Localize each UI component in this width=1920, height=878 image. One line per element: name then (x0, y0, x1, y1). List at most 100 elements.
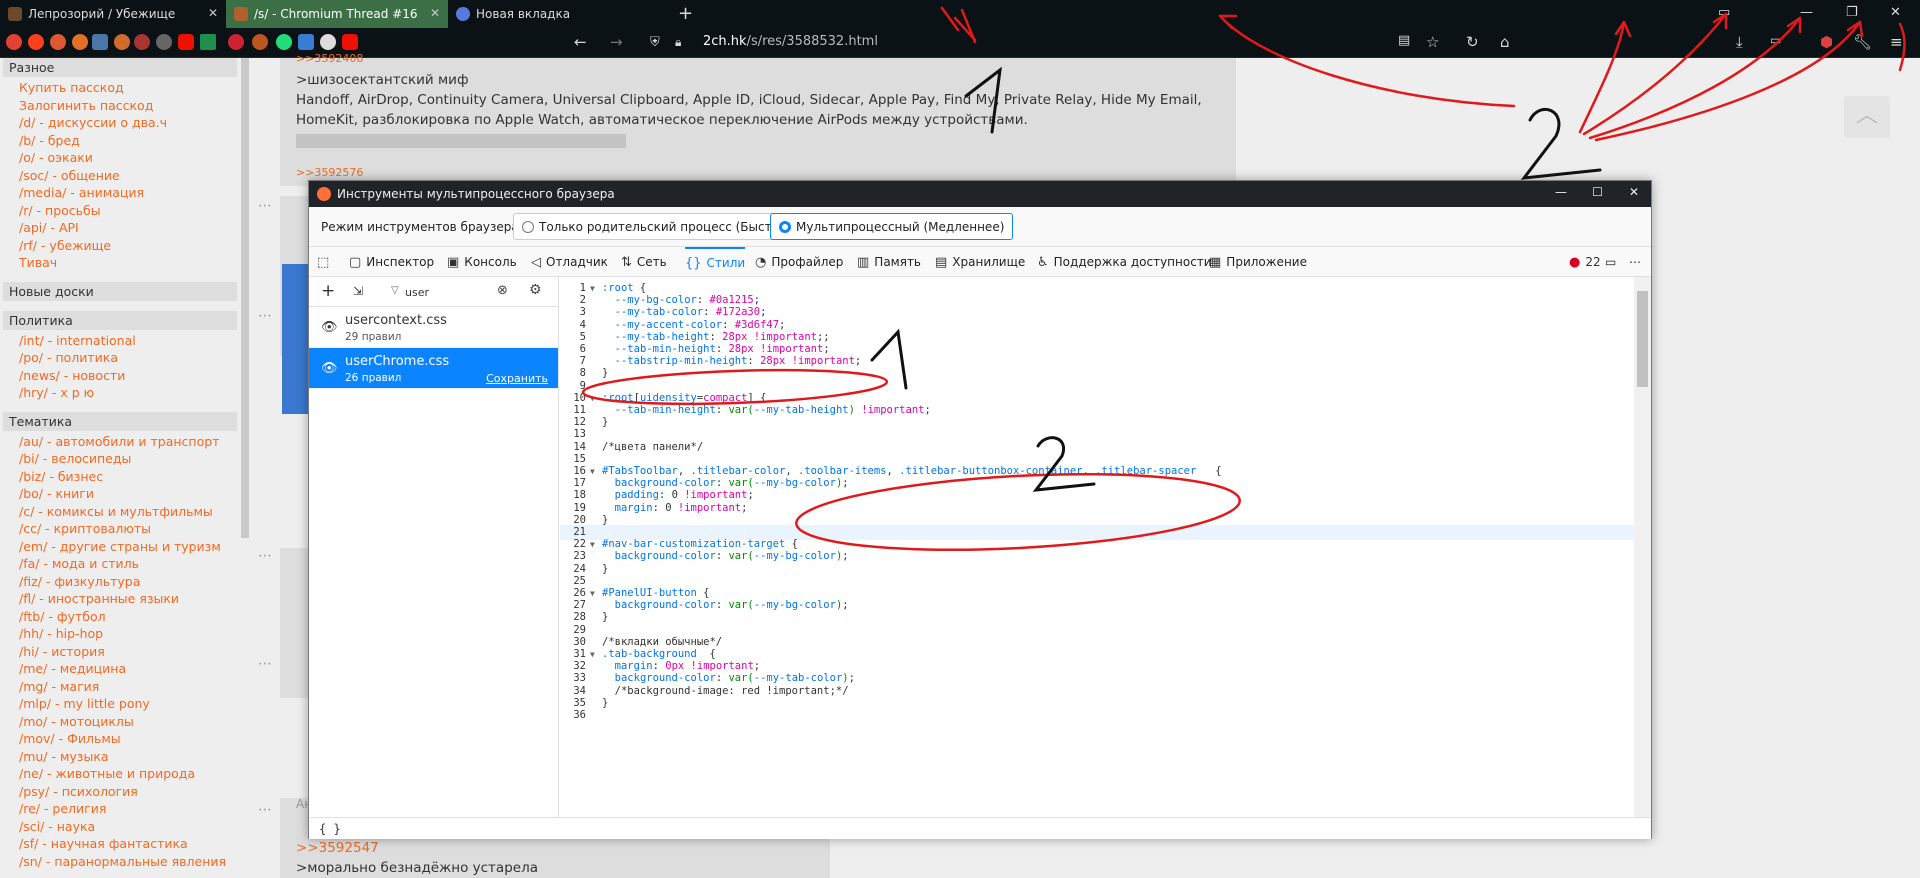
board-link[interactable]: /po/ - политика (0, 349, 240, 367)
tab-accessibility[interactable]: ♿︎ Поддержка доступности (1037, 247, 1212, 277)
board-link[interactable]: /fiz/ - физкультура (0, 573, 240, 591)
board-link[interactable]: /o/ - оэкаки (0, 149, 240, 167)
clear-filter-icon[interactable]: ⊗ (497, 283, 508, 298)
board-link[interactable]: /int/ - international (0, 332, 240, 350)
board-link[interactable]: /re/ - религия (0, 800, 240, 818)
new-tab-button[interactable]: + (678, 3, 693, 24)
board-link[interactable]: /bo/ - книги (0, 485, 240, 503)
code-line[interactable]: 36 (560, 708, 1634, 723)
tab-memory[interactable]: ▥ Память (857, 247, 921, 277)
board-link[interactable]: /psy/ - психология (0, 783, 240, 801)
board-link[interactable]: /news/ - новости (0, 367, 240, 385)
tab-debugger[interactable]: ◁ Отладчик (531, 247, 608, 277)
board-link[interactable]: /me/ - медицина (0, 660, 240, 678)
css-editor[interactable]: 1 ▼:root {2 --my-bg-color: #0a1215; 3 --my… (560, 277, 1651, 817)
translate-bookmark-icon[interactable] (298, 34, 314, 50)
board-link[interactable]: /rf/ - убежище (0, 237, 240, 255)
board-link[interactable]: /ne/ - животные и природа (0, 765, 240, 783)
browser-tab-new[interactable]: Новая вкладка (448, 0, 670, 28)
split-console-icon[interactable]: ▭ (1605, 247, 1616, 277)
board-link[interactable]: /bi/ - велосипеды (0, 450, 240, 468)
board-link[interactable]: /c/ - комиксы и мультфильмы (0, 503, 240, 521)
spoiler[interactable] (296, 134, 626, 148)
board-link[interactable]: /sci/ - наука (0, 818, 240, 836)
board-link[interactable]: /soc/ - общение (0, 167, 240, 185)
close-tab-icon[interactable]: ✕ (208, 6, 218, 20)
scrollbar-thumb[interactable] (1637, 291, 1648, 387)
post-menu-icon[interactable]: ⋯ (258, 656, 272, 672)
home-icon[interactable]: ⌂ (1500, 33, 1510, 51)
bookmark-icon[interactable] (114, 34, 130, 50)
duckduckgo-bookmark-icon[interactable] (50, 34, 66, 50)
yandex-bookmark-icon[interactable] (28, 34, 44, 50)
board-link[interactable]: Залогинить пасскод (0, 97, 240, 115)
tab-style-editor[interactable]: {} Стили (685, 247, 746, 277)
url-bar[interactable]: 2ch.hk/s/res/3588532.html (703, 34, 878, 49)
board-link[interactable]: /ftb/ - футбол (0, 608, 240, 626)
board-link[interactable]: /d/ - дискуссии о два.ч (0, 114, 240, 132)
pretty-print-button[interactable]: { } (309, 817, 1651, 839)
board-link[interactable]: /sn/ - паранормальные явления (0, 853, 240, 871)
tab-application[interactable]: ▦ Приложение (1209, 247, 1307, 277)
tab-console[interactable]: ▣ Консоль (447, 247, 517, 277)
board-link[interactable]: /mov/ - Фильмы (0, 730, 240, 748)
board-link[interactable]: /mo/ - мотоциклы (0, 713, 240, 731)
minimize-icon[interactable]: — (1555, 185, 1567, 199)
restore-icon[interactable]: ❐ (1846, 5, 1858, 20)
bookmark-star-icon[interactable]: ☆ (1426, 33, 1439, 51)
browser-tab-chromium-thread[interactable]: /s/ - Chromium Thread #16 ✕ (226, 0, 448, 28)
bookmark-icon[interactable] (200, 34, 216, 50)
maximize-icon[interactable]: ☐ (1592, 185, 1603, 199)
board-link[interactable]: /hh/ - hip-hop (0, 625, 240, 643)
forward-button[interactable]: → (610, 33, 623, 51)
import-stylesheet-icon[interactable]: ⇲ (353, 284, 363, 298)
tab-list-icon[interactable]: ▭ (1718, 5, 1730, 20)
reload-icon[interactable]: ↻ (1466, 33, 1479, 51)
ublock-icon[interactable]: ⬢ (1820, 33, 1833, 51)
bookmark-icon[interactable] (252, 34, 268, 50)
board-link[interactable]: /fa/ - мода и стиль (0, 555, 240, 573)
back-button[interactable]: ← (574, 33, 587, 51)
app-menu-icon[interactable]: ≡ (1890, 33, 1903, 51)
post-menu-icon[interactable]: ⋯ (258, 548, 272, 564)
close-tab-icon[interactable]: ✕ (430, 6, 440, 20)
board-link[interactable]: /b/ - бред (0, 132, 240, 150)
board-link[interactable]: /r/ - просьбы (0, 202, 240, 220)
stylesheet-item-selected[interactable]: 👁︎ userChrome.css 26 правил Сохранить (309, 348, 558, 389)
tools-icon[interactable]: 🔧︎ (1853, 33, 1872, 51)
tab-profiler[interactable]: ◔ Профайлер (755, 247, 843, 277)
downloads-icon[interactable]: ⤓ (1736, 33, 1743, 51)
bookmark-icon[interactable] (228, 34, 244, 50)
close-icon[interactable]: ✕ (1629, 185, 1639, 199)
youtube-bookmark-icon[interactable] (342, 34, 358, 50)
stylesheet-item[interactable]: 👁︎ usercontext.css 29 правил (309, 307, 558, 348)
save-link[interactable]: Сохранить (486, 372, 548, 385)
board-link[interactable]: Тивач (0, 254, 240, 272)
mode-multi-option[interactable]: Мультипроцессный (Медленнее) (770, 213, 1014, 240)
bookmark-icon[interactable] (276, 34, 292, 50)
board-link[interactable]: Купить пасскод (0, 79, 240, 97)
error-count-badge[interactable]: ● 22 (1569, 247, 1601, 277)
bookmark-icon[interactable] (134, 34, 150, 50)
board-link[interactable]: /mu/ - музыка (0, 748, 240, 766)
tab-inspector[interactable]: ▢ Инспектор (349, 247, 434, 277)
filter-input[interactable] (405, 282, 495, 302)
tab-storage[interactable]: ▤ Хранилище (935, 247, 1025, 277)
google-bookmark-icon[interactable] (6, 34, 22, 50)
reply-link[interactable]: >>3592547 (296, 838, 379, 858)
lock-icon[interactable]: 🔒︎ (675, 35, 681, 50)
new-stylesheet-icon[interactable]: + (321, 281, 335, 301)
board-link[interactable]: /mg/ - магия (0, 678, 240, 696)
editor-scrollbar[interactable] (1634, 277, 1651, 817)
board-link[interactable]: /mlp/ - my little pony (0, 695, 240, 713)
tab-network[interactable]: ⇅ Сеть (621, 247, 667, 277)
board-link[interactable]: /media/ - анимация (0, 184, 240, 202)
close-window-icon[interactable]: ✕ (1890, 5, 1901, 20)
bookmark-icon[interactable] (156, 34, 172, 50)
board-link[interactable]: /api/ - API (0, 219, 240, 237)
vk-bookmark-icon[interactable] (92, 34, 108, 50)
post-menu-icon[interactable]: ⋯ (258, 802, 272, 818)
reply-link[interactable]: >>3592408 (296, 52, 363, 65)
browser-tab-leprozoriy[interactable]: Лепрозорий / Убежище ✕ (0, 0, 226, 28)
board-link[interactable]: /fl/ - иностранные языки (0, 590, 240, 608)
